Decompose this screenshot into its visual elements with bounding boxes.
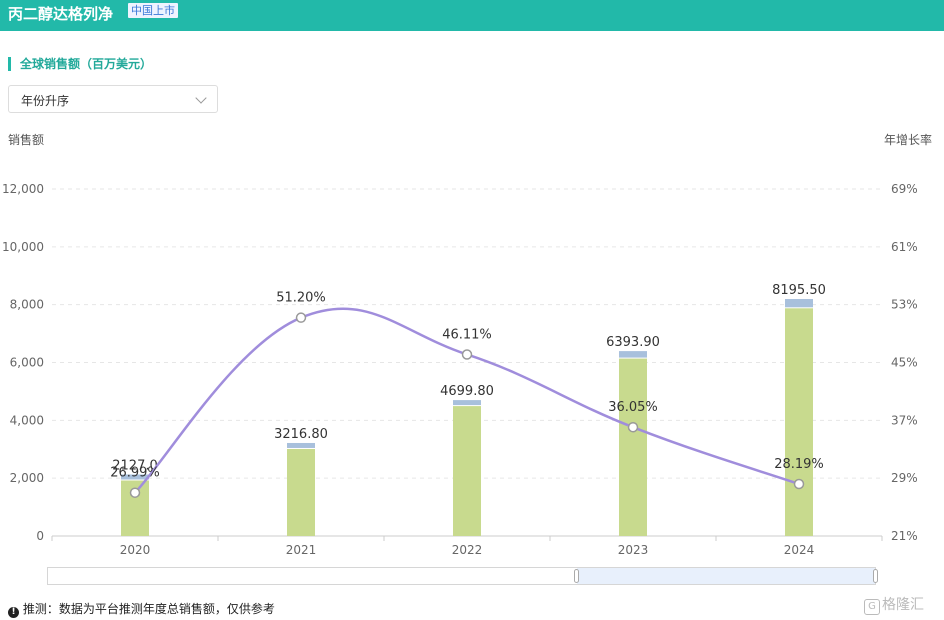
growth-value-label: 26.99% (110, 466, 160, 481)
y-tick-label-right: 37% (891, 413, 918, 427)
watermark: G 格隆汇 (864, 594, 924, 615)
range-slider-right-handle[interactable] (873, 569, 878, 583)
y-tick-label-right: 29% (891, 471, 918, 485)
y-tick-label-left: 2,000 (10, 471, 44, 485)
range-slider[interactable] (47, 567, 878, 585)
y-tick-label-right: 21% (891, 529, 918, 543)
bar-value-label: 4699.80 (440, 384, 494, 399)
y-tick-label-right: 61% (891, 240, 918, 254)
watermark-text: 格隆汇 (882, 597, 924, 613)
y-tick-label-left: 4,000 (10, 413, 44, 427)
bar-top (619, 351, 647, 358)
info-icon: ! (8, 607, 19, 618)
y-tick-label-right: 69% (891, 182, 918, 196)
growth-value-label: 36.05% (608, 400, 658, 415)
growth-point (627, 421, 639, 433)
bar-top (453, 400, 481, 406)
bar-value-label: 6393.90 (606, 335, 660, 350)
bar (619, 358, 647, 536)
growth-value-label: 51.20% (276, 291, 326, 306)
watermark-logo-icon: G (864, 599, 880, 615)
bar-value-label: 3216.80 (274, 427, 328, 442)
bar-top (287, 442, 315, 448)
bar (785, 308, 813, 536)
growth-point (295, 312, 307, 323)
range-slider-left-handle[interactable] (574, 569, 579, 583)
y-tick-label-left: 6,000 (10, 356, 44, 370)
growth-point (461, 349, 473, 360)
growth-point (793, 478, 805, 490)
x-tick-label: 2021 (286, 543, 317, 557)
bar (287, 448, 315, 536)
bar-value-label: 8195.50 (772, 283, 826, 298)
growth-point (129, 487, 141, 498)
growth-value-label: 28.19% (774, 457, 824, 472)
y-tick-label-left: 12,000 (2, 182, 44, 196)
sales-chart: 0 2,000 4,000 6,000 8,000 10,000 12,000 21% 29% 3… (2, 182, 918, 557)
range-slider-selection[interactable] (577, 568, 875, 584)
x-tick-label: 2020 (120, 543, 151, 557)
y-tick-label-left: 8,000 (10, 298, 44, 312)
y-tick-label-left: 10,000 (2, 240, 44, 254)
y-tick-label-left: 0 (36, 529, 44, 543)
footnote-text: 推测：数据为平台推测年度总销售额，仅供参考 (22, 602, 275, 616)
y-tick-label-right: 53% (891, 298, 918, 312)
bar (453, 406, 481, 536)
x-tick-label: 2024 (784, 543, 815, 557)
bar-top (785, 299, 813, 308)
x-tick-label: 2022 (452, 543, 483, 557)
y-tick-label-right: 45% (891, 356, 918, 370)
growth-value-label: 46.11% (442, 327, 492, 342)
footnote: ! 推测：数据为平台推测年度总销售额，仅供参考 (8, 600, 275, 618)
x-tick-label: 2023 (618, 543, 649, 557)
